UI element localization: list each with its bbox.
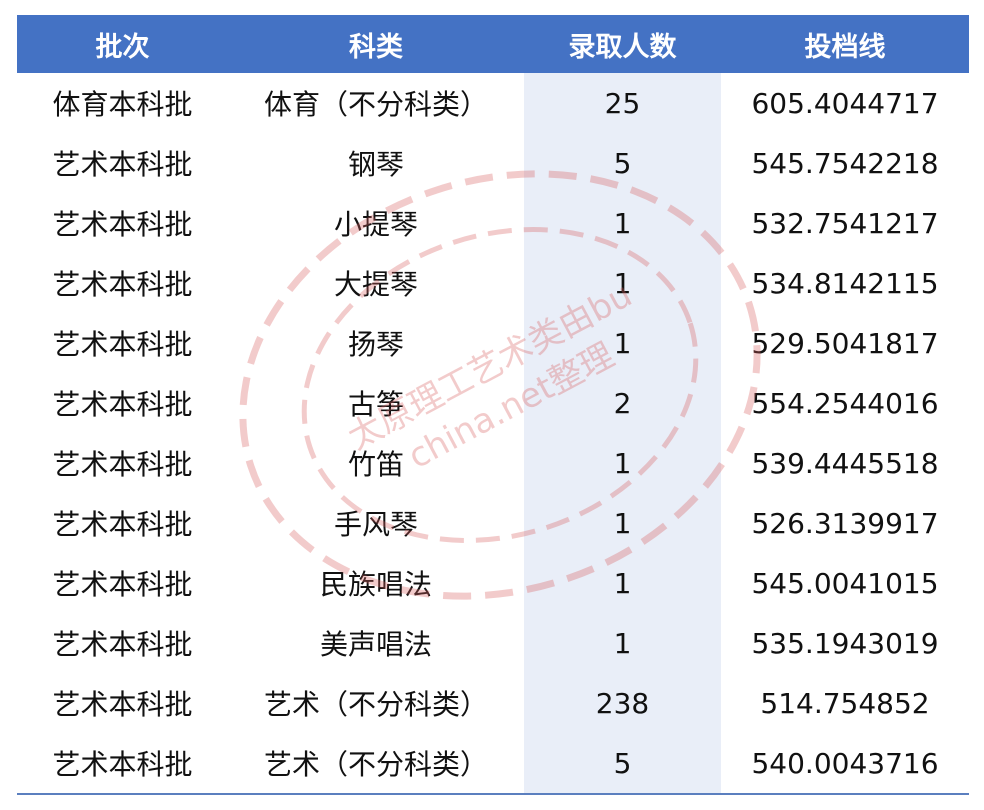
- table-row: 艺术本科批 美声唱法 1 535.1943019: [17, 613, 969, 673]
- cell-admitted-count: 238: [524, 673, 721, 733]
- cell-admitted-count: 2: [524, 373, 721, 433]
- table-row: 艺术本科批 钢琴 5 545.7542218: [17, 133, 969, 193]
- cell-batch: 艺术本科批: [52, 148, 193, 181]
- cell-cutoff-score: 534.8142115: [751, 266, 939, 300]
- cell-category: 扬琴: [347, 328, 404, 361]
- header-admitted-count: 录取人数: [524, 15, 721, 73]
- cell-admitted-count: 5: [524, 133, 721, 193]
- table-row: 艺术本科批 民族唱法 1 545.0041015: [17, 553, 969, 613]
- cell-cutoff-score: 539.4445518: [751, 446, 939, 480]
- cell-category: 古筝: [347, 388, 404, 421]
- table-row: 艺术本科批 小提琴 1 532.7541217: [17, 193, 969, 253]
- cell-admitted-count: 1: [524, 253, 721, 313]
- cell-cutoff-score: 554.2544016: [751, 386, 939, 420]
- cell-admitted-count: 5: [524, 733, 721, 795]
- cell-batch: 艺术本科批: [17, 733, 228, 795]
- cell-category: 美声唱法: [319, 628, 432, 661]
- admission-table: 批次 科类 录取人数 投档线 体育本科批 体育（不分科类） 25 605.404…: [17, 15, 969, 795]
- cell-category: 艺术（不分科类）: [263, 688, 488, 721]
- cell-batch: 艺术本科批: [52, 328, 193, 361]
- cell-cutoff-score: 535.1943019: [751, 626, 939, 660]
- table-row: 艺术本科批 扬琴 1 529.5041817: [17, 313, 969, 373]
- cell-category: 钢琴: [347, 148, 404, 181]
- cell-category: 手风琴: [333, 508, 418, 541]
- cell-cutoff-score: 545.0041015: [751, 566, 939, 600]
- table-row: 艺术本科批 艺术（不分科类） 238 514.754852: [17, 673, 969, 733]
- cell-cutoff-score: 526.3139917: [751, 506, 939, 540]
- cell-admitted-count: 1: [524, 193, 721, 253]
- cell-category: 竹笛: [347, 448, 404, 481]
- table-row: 艺术本科批 艺术（不分科类） 5 540.0043716: [17, 733, 969, 795]
- cell-batch: 艺术本科批: [52, 628, 193, 661]
- cell-cutoff-score: 532.7541217: [751, 206, 939, 240]
- header-cutoff-score: 投档线: [721, 15, 969, 73]
- table-row: 艺术本科批 大提琴 1 534.8142115: [17, 253, 969, 313]
- cell-batch: 艺术本科批: [52, 568, 193, 601]
- header-row: 批次 科类 录取人数 投档线: [17, 15, 969, 73]
- cell-category: 小提琴: [333, 208, 418, 241]
- cell-category: 大提琴: [333, 268, 418, 301]
- cell-admitted-count: 1: [524, 313, 721, 373]
- cell-batch: 艺术本科批: [52, 208, 193, 241]
- cell-admitted-count: 1: [524, 433, 721, 493]
- cell-cutoff-score: 540.0043716: [721, 733, 969, 795]
- cell-batch: 艺术本科批: [52, 688, 193, 721]
- cell-admitted-count: 25: [524, 73, 721, 133]
- table-row: 艺术本科批 古筝 2 554.2544016: [17, 373, 969, 433]
- cell-batch: 艺术本科批: [52, 508, 193, 541]
- cell-category: 民族唱法: [319, 568, 432, 601]
- cell-cutoff-score: 529.5041817: [751, 326, 939, 360]
- cell-batch: 体育本科批: [52, 88, 193, 121]
- cell-cutoff-score: 514.754852: [760, 686, 930, 720]
- cell-admitted-count: 1: [524, 613, 721, 673]
- cell-category: 艺术（不分科类）: [228, 733, 524, 795]
- cell-cutoff-score: 605.4044717: [751, 86, 939, 120]
- cell-admitted-count: 1: [524, 553, 721, 613]
- table-row: 体育本科批 体育（不分科类） 25 605.4044717: [17, 73, 969, 133]
- header-batch: 批次: [17, 15, 228, 73]
- cell-batch: 艺术本科批: [52, 268, 193, 301]
- cell-cutoff-score: 545.7542218: [751, 146, 939, 180]
- page: 批次 科类 录取人数 投档线 体育本科批 体育（不分科类） 25 605.404…: [0, 0, 984, 810]
- cell-batch: 艺术本科批: [52, 388, 193, 421]
- header-category: 科类: [228, 15, 524, 73]
- table-row: 艺术本科批 竹笛 1 539.4445518: [17, 433, 969, 493]
- table-row: 艺术本科批 手风琴 1 526.3139917: [17, 493, 969, 553]
- cell-admitted-count: 1: [524, 493, 721, 553]
- cell-category: 体育（不分科类）: [263, 88, 488, 121]
- cell-batch: 艺术本科批: [52, 448, 193, 481]
